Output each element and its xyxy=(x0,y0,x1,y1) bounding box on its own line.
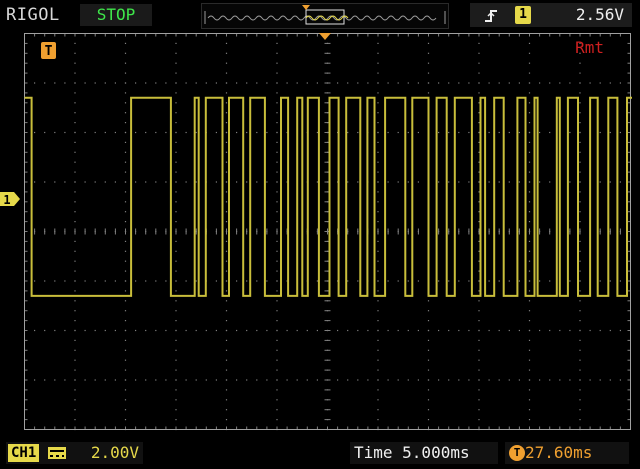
ch1-volts-per-div: 2.00V xyxy=(90,443,139,462)
trigger-offset-value: 27.60ms xyxy=(525,443,593,462)
ch1-marker-label: 1 xyxy=(3,193,10,207)
brand-logo: RIGOL xyxy=(6,5,60,25)
trigger-status-letter: T xyxy=(45,44,53,59)
timebase-value: Time 5.000ms xyxy=(354,443,470,462)
trigger-status-panel[interactable]: 1 2.56V xyxy=(470,3,632,27)
ch1-ground-marker[interactable]: 1 xyxy=(0,190,22,208)
memory-position-bar[interactable] xyxy=(201,3,449,29)
memory-waveform-preview xyxy=(204,5,446,25)
trigger-position-marker-icon[interactable] xyxy=(319,33,331,40)
dc-coupling-icon xyxy=(48,447,66,459)
trigger-status-marker: T xyxy=(41,42,56,59)
trigger-offset-settings[interactable]: T 27.60ms xyxy=(505,442,629,464)
ch1-label: CH1 xyxy=(8,444,40,462)
memory-trigger-marker-icon xyxy=(302,5,310,10)
ch1-settings[interactable]: CH1 2.00V xyxy=(6,442,143,464)
remote-mode-label: Rmt xyxy=(575,38,604,57)
ch1-waveform-trace xyxy=(24,96,632,297)
trigger-level-value: 2.56V xyxy=(575,5,624,24)
status-bar: RIGOL STOP 1 2.56V xyxy=(0,0,640,30)
trigger-source-badge: 1 xyxy=(515,6,531,24)
rising-edge-icon xyxy=(485,10,497,22)
ch1-label-text: CH1 xyxy=(11,445,37,461)
graticule xyxy=(24,33,631,431)
timebase-settings[interactable]: Time 5.000ms xyxy=(350,442,498,464)
trigger-offset-icon: T xyxy=(509,445,525,461)
run-stop-status[interactable]: STOP xyxy=(80,4,152,26)
bottom-status-bar: CH1 2.00V Time 5.000ms T 27.60ms xyxy=(0,438,640,469)
waveform-display: T Rmt xyxy=(24,33,632,431)
